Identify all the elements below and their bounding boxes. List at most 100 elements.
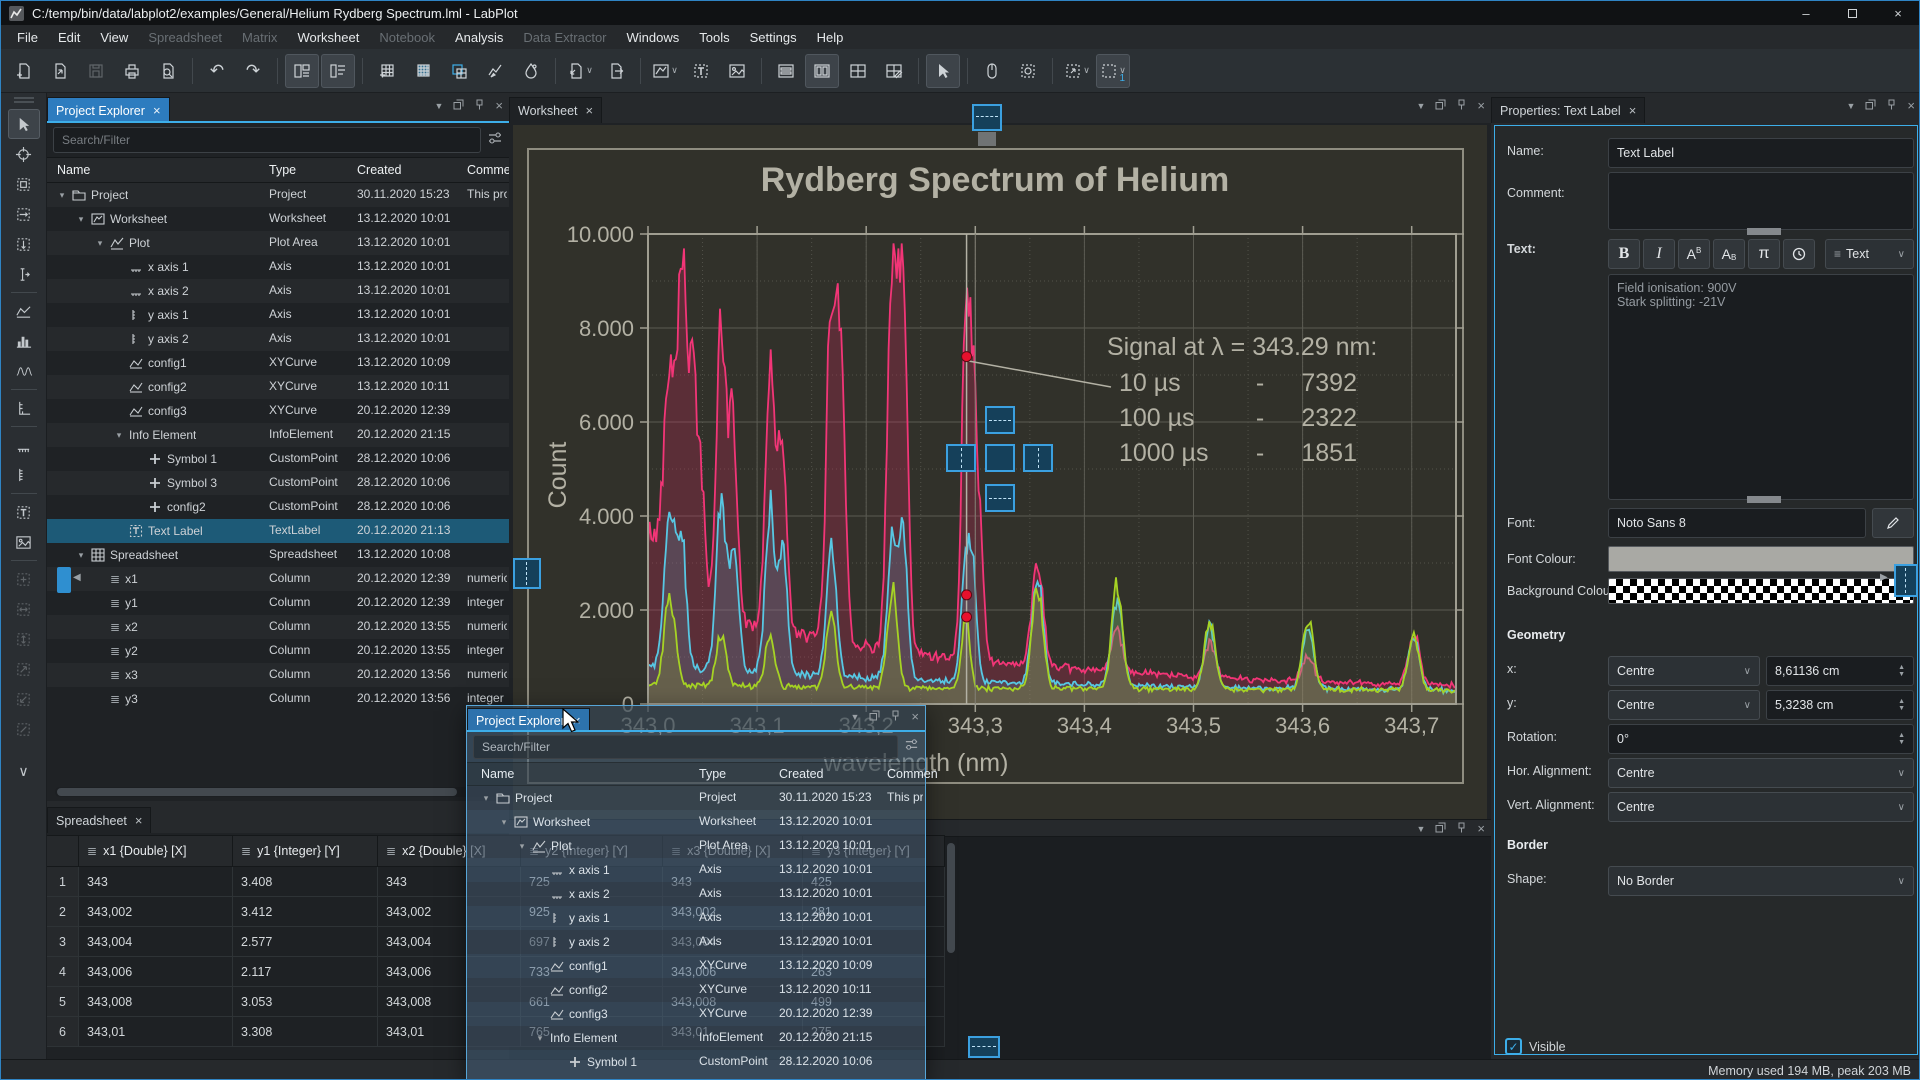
- print-icon[interactable]: [115, 54, 149, 88]
- dock-float-icon[interactable]: [453, 99, 464, 113]
- tree-row-symbol-1[interactable]: Symbol 1CustomPoint28.12.2020 10:06: [467, 1050, 925, 1074]
- toggle-properties-icon[interactable]: [321, 54, 355, 88]
- close-icon[interactable]: ×: [1629, 103, 1637, 118]
- add-axis-icon[interactable]: [8, 393, 40, 423]
- cell[interactable]: 343,006: [79, 957, 233, 987]
- toolbar-grip[interactable]: [14, 97, 34, 103]
- cell[interactable]: 343,008: [79, 987, 233, 1017]
- floating-project-explorer[interactable]: Project Explorer× ▼ × Search/Filter Name…: [466, 705, 926, 1080]
- tree-row-text-label[interactable]: Text LabelTextLabel20.12.2020 21:13: [47, 519, 509, 543]
- save-document-icon[interactable]: [79, 54, 113, 88]
- close-icon[interactable]: ×: [586, 103, 594, 118]
- superscript-button[interactable]: AB: [1678, 239, 1710, 269]
- print-preview-icon[interactable]: [151, 54, 185, 88]
- dock-float-icon[interactable]: [1865, 99, 1876, 113]
- tree-row-config3[interactable]: config3XYCurve20.12.2020 12:39: [47, 399, 509, 423]
- new-spreadsheet-icon[interactable]: [370, 54, 404, 88]
- tree-row-x-axis-2[interactable]: x axis 2Axis13.12.2020 10:01: [467, 882, 925, 906]
- dock-pin-icon[interactable]: [1456, 822, 1467, 836]
- cell[interactable]: 343: [79, 867, 233, 897]
- name-input[interactable]: Text Label: [1608, 138, 1914, 168]
- text-content-area[interactable]: Field ionisation: 900VStark splitting: -…: [1608, 274, 1914, 500]
- dock-float-icon[interactable]: [1435, 822, 1446, 836]
- search-input[interactable]: Search/Filter: [53, 127, 481, 153]
- tab-spreadsheet[interactable]: Spreadsheet×: [47, 807, 151, 833]
- italic-button[interactable]: I: [1643, 239, 1675, 269]
- x-mode-dropdown[interactable]: Centre∨: [1608, 656, 1760, 686]
- new-matrix-icon[interactable]: [406, 54, 440, 88]
- tree-row-spreadsheet[interactable]: ▾SpreadsheetSpreadsheet13.12.2020 10:08: [47, 543, 509, 567]
- menu-tools[interactable]: Tools: [689, 27, 739, 48]
- tree-row-config2[interactable]: config2CustomPoint28.12.2020 10:06: [47, 495, 509, 519]
- layout-edit-icon[interactable]: [877, 54, 911, 88]
- hor-alignment-dropdown[interactable]: Centre∨: [1608, 758, 1914, 788]
- dock-pin-icon[interactable]: [1886, 99, 1897, 113]
- splitter-handle[interactable]: [1747, 496, 1781, 503]
- insert-text-label-icon[interactable]: [8, 497, 40, 527]
- new-document-icon[interactable]: [7, 54, 41, 88]
- menu-file[interactable]: File: [7, 27, 48, 48]
- tree-row-config1[interactable]: config1XYCurve13.12.2020 10:09: [467, 954, 925, 978]
- layout-grid-icon[interactable]: [841, 54, 875, 88]
- pi-button[interactable]: π: [1748, 239, 1780, 269]
- column-header-x1[interactable]: ≣x1 {Double} [X]: [79, 835, 233, 867]
- cell[interactable]: 343,004: [79, 927, 233, 957]
- y-mode-dropdown[interactable]: Centre∨: [1608, 690, 1760, 720]
- background-colour-swatch[interactable]: [1608, 578, 1914, 604]
- tree-row-project[interactable]: ▾ProjectProject30.11.2020 15:23This proj…: [47, 183, 509, 207]
- close-icon[interactable]: ×: [153, 103, 161, 118]
- tree-row-info-element[interactable]: ▾Info ElementInfoElement20.12.2020 21:15: [47, 423, 509, 447]
- row-number-header[interactable]: [47, 835, 79, 867]
- dock-drop-indicator-center[interactable]: [985, 444, 1015, 472]
- tree-header[interactable]: Name Type Created Commen: [47, 157, 509, 183]
- select-cursor-icon[interactable]: [926, 54, 960, 88]
- tree-row-config2[interactable]: config2XYCurve13.12.2020 10:11: [47, 375, 509, 399]
- dock-drop-left-dock-hint[interactable]: [57, 567, 71, 593]
- tree-row-config1[interactable]: config1XYCurve13.12.2020 10:09: [47, 351, 509, 375]
- dock-menu-icon[interactable]: ▼: [434, 101, 443, 111]
- zoom-one-icon[interactable]: 1∨: [1096, 54, 1130, 88]
- title-bar[interactable]: C:/temp/bin/data/labplot2/examples/Gener…: [1, 1, 1920, 25]
- tree-row-x-axis-2[interactable]: x axis 2Axis13.12.2020 10:01: [47, 279, 509, 303]
- menu-windows[interactable]: Windows: [617, 27, 690, 48]
- toggle-project-explorer-icon[interactable]: [285, 54, 319, 88]
- dock-pin-icon[interactable]: [1456, 99, 1467, 113]
- font-colour-swatch[interactable]: [1608, 546, 1914, 572]
- row-number[interactable]: 1: [47, 867, 79, 897]
- close-icon[interactable]: ×: [135, 813, 143, 828]
- dock-pin-icon[interactable]: [890, 710, 901, 724]
- horizontal-scrollbar[interactable]: [55, 787, 501, 797]
- datetime-button[interactable]: [1783, 239, 1815, 269]
- dock-menu-icon[interactable]: ▼: [850, 712, 859, 722]
- row-number[interactable]: 5: [47, 987, 79, 1017]
- vert-alignment-dropdown[interactable]: Centre∨: [1608, 792, 1914, 822]
- axis-bottom-icon[interactable]: [8, 430, 40, 460]
- cell[interactable]: 2.577: [233, 927, 378, 957]
- tree-row-plot[interactable]: ▾PlotPlot Area13.12.2020 10:01: [467, 834, 925, 858]
- zoom-fit-selection-icon[interactable]: [1011, 54, 1045, 88]
- tree-row-worksheet[interactable]: ▾WorksheetWorksheet13.12.2020 10:01: [47, 207, 509, 231]
- cell[interactable]: 2.117: [233, 957, 378, 987]
- font-edit-button[interactable]: [1872, 508, 1914, 538]
- zoom-fit-width-icon[interactable]: [8, 594, 40, 624]
- tree-row-x2[interactable]: ≣x2Column20.12.2020 13:55numerical: [47, 615, 509, 639]
- select-cursor-icon[interactable]: [8, 109, 40, 139]
- search-input[interactable]: Search/Filter: [473, 735, 898, 759]
- crosshair-icon[interactable]: [8, 139, 40, 169]
- layout-vertical-icon[interactable]: [769, 54, 803, 88]
- new-workbook-icon[interactable]: [442, 54, 476, 88]
- cell[interactable]: 3.308: [233, 1017, 378, 1047]
- tree-row-plot[interactable]: ▾PlotPlot Area13.12.2020 10:01: [47, 231, 509, 255]
- tree-row-x3[interactable]: ≣x3Column20.12.2020 13:56numerical: [47, 663, 509, 687]
- dock-drop-indicator-left[interactable]: [946, 444, 976, 472]
- y-value-spinner[interactable]: 5,3238 cm▲▼: [1766, 690, 1914, 720]
- row-number[interactable]: 6: [47, 1017, 79, 1047]
- menu-view[interactable]: View: [90, 27, 138, 48]
- layout-horizontal-icon[interactable]: [805, 54, 839, 88]
- data-extractor-icon[interactable]: [478, 54, 512, 88]
- dock-drop-indicator-top[interactable]: [985, 406, 1015, 434]
- dock-float-icon[interactable]: [869, 710, 880, 724]
- dock-close-icon[interactable]: ×: [911, 709, 919, 724]
- dock-close-icon[interactable]: ×: [1477, 98, 1485, 113]
- dock-float-icon[interactable]: [1435, 99, 1446, 113]
